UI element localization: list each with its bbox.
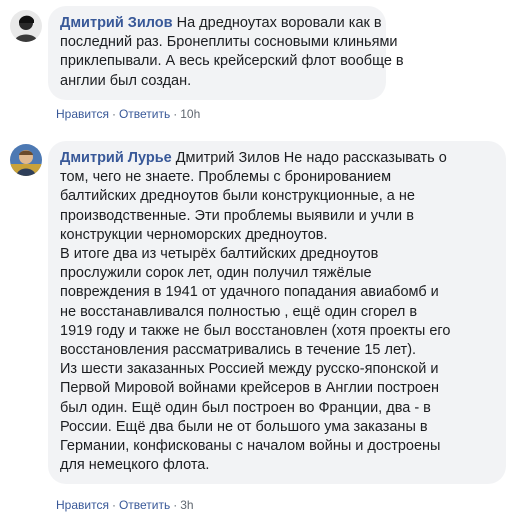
- reply-button[interactable]: Ответить: [119, 107, 170, 121]
- comment-text-line: производственные. Эти проблемы выявили и…: [60, 207, 414, 224]
- comment-text-line: конструкции черноморских дредноутов.: [60, 226, 328, 243]
- comment-text-line: для немецкого флота.: [60, 457, 210, 474]
- comment-timestamp[interactable]: 10h: [180, 107, 200, 121]
- like-button[interactable]: Нравится: [56, 107, 109, 121]
- comment-actions: Нравится · Ответить · 3h: [56, 497, 194, 513]
- avatar[interactable]: [10, 10, 42, 42]
- user-photo-icon: [10, 10, 42, 42]
- comment-text-line: том, чего не знаете. Проблемы с брониров…: [60, 169, 392, 186]
- comment-text-line: не восстанавливался полностью , ещё один…: [60, 303, 418, 320]
- comment-bubble: Дмитрий Лурье Дмитрий Зилов Не надо расс…: [48, 141, 506, 485]
- like-button[interactable]: Нравится: [56, 498, 109, 512]
- comment-timestamp[interactable]: 3h: [180, 498, 193, 512]
- comment-actions: Нравится · Ответить · 10h: [56, 106, 200, 122]
- comment-bubble: Дмитрий Зилов На дредноутах воровали как…: [48, 6, 404, 100]
- comment-text-line: приклепывали. А весь крейсерский флот во…: [60, 53, 404, 70]
- comment-text-line: России. Ещё два были не от большого ума …: [60, 418, 428, 435]
- separator: ·: [173, 498, 178, 512]
- comment-text-line: был один. Ещё один был построен во Франц…: [60, 399, 431, 416]
- comment-text-line: балтийских дредноутов были конструкционн…: [60, 188, 415, 205]
- user-photo-icon: [10, 144, 42, 176]
- comment: Дмитрий Зилов На дредноутах воровали как…: [0, 0, 522, 130]
- comment-text-line: В итоге два из четырёх балтийских дредно…: [60, 246, 379, 263]
- reply-button[interactable]: Ответить: [119, 498, 170, 512]
- comment-text-line: Германии, конфискованы с началом войны и…: [60, 438, 441, 455]
- comment-text-line: последний раз. Бронеплиты сосновыми клин…: [60, 34, 398, 51]
- separator: ·: [173, 107, 178, 121]
- comment-text-line: повреждения в 1941 от удачного попадания…: [60, 284, 439, 301]
- comment-text-line: Из шести заказанных Россией между русско…: [60, 361, 439, 378]
- comment: Дмитрий Лурье Дмитрий Зилов Не надо расс…: [0, 135, 522, 521]
- separator: ·: [111, 498, 116, 512]
- comment-author[interactable]: Дмитрий Зилов: [60, 15, 173, 31]
- separator: ·: [111, 107, 116, 121]
- comment-text-line: На дредноутах воровали как в: [176, 15, 382, 31]
- comment-text-line: прослужили сорок лет, один получил тяжёл…: [60, 265, 372, 282]
- comment-author[interactable]: Дмитрий Лурье: [60, 150, 172, 166]
- comment-text-line: Первой Мировой войнами крейсеров в Англи…: [60, 380, 440, 397]
- comment-text-line: англии был создан.: [60, 72, 192, 89]
- comment-text-line: 1919 году и также не был восстановлен (х…: [60, 322, 451, 339]
- comment-text-line: Дмитрий Зилов Не надо рассказывать о: [175, 150, 447, 166]
- comment-text-line: восстановления рассматривались в течение…: [60, 342, 417, 359]
- avatar[interactable]: [10, 144, 42, 176]
